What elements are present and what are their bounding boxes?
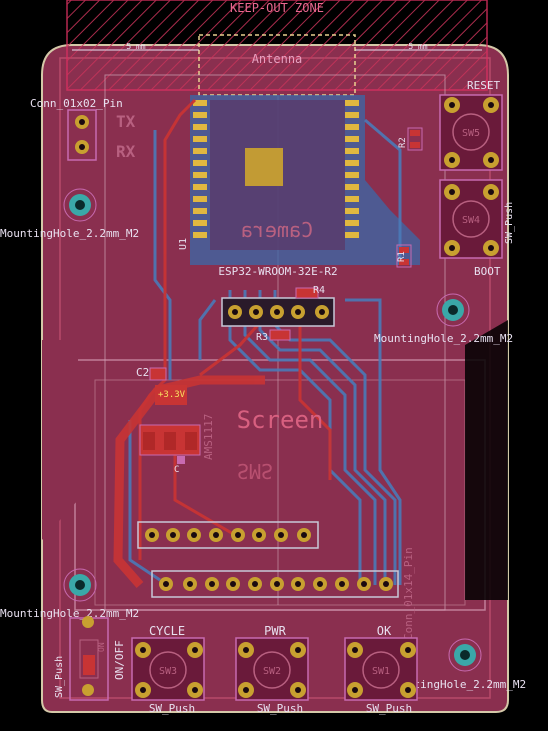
ams-label: AMS1117 bbox=[202, 414, 215, 460]
antenna-label: Antenna bbox=[252, 52, 303, 66]
sw4-label: SW4 bbox=[462, 215, 480, 226]
r4-label: R4 bbox=[313, 285, 325, 296]
dim-left-label: 5 mm bbox=[126, 42, 145, 51]
sw-push-left-label: SW_Push bbox=[54, 656, 65, 698]
keepout-label: KEEP-OUT ZONE bbox=[230, 1, 324, 15]
tx-label: TX bbox=[116, 112, 136, 131]
module-label: ESP32-WROOM-32E-R2 bbox=[218, 265, 337, 278]
camera-connector[interactable] bbox=[221, 297, 335, 327]
camera-label: Camera bbox=[241, 218, 313, 242]
sw5-label: SW5 bbox=[462, 128, 480, 139]
v33-label: +3.3V bbox=[158, 390, 186, 400]
sms-label: SMS bbox=[237, 459, 273, 483]
rx-label: RX bbox=[116, 142, 136, 161]
pcb-layout-view: KEEP-OUT ZONE Antenna 5 mm 5 mm Camera E… bbox=[0, 0, 548, 731]
sw-push-bottom-3: SW_Push bbox=[366, 702, 412, 715]
r1-label: R1 bbox=[397, 251, 407, 262]
sw-push-bottom-2: SW_Push bbox=[257, 702, 303, 715]
sw3-label: SW3 bbox=[159, 666, 177, 677]
mh-label-1: MountingHole_2.2mm_M2 bbox=[0, 227, 139, 240]
u1-label: U1 bbox=[178, 238, 189, 250]
sw1-label: SW1 bbox=[372, 666, 390, 677]
sw-push-side-label: SW_Push bbox=[504, 202, 515, 244]
sw2-label: SW2 bbox=[263, 666, 281, 677]
reset-label: RESET bbox=[467, 79, 500, 92]
keepout-zone: KEEP-OUT ZONE Antenna 5 mm 5 mm bbox=[66, 0, 488, 96]
r3-label: R3 bbox=[256, 332, 268, 343]
on-label: ON bbox=[97, 642, 106, 652]
conn-header-label: Conn_01x02_Pin bbox=[30, 97, 123, 110]
pwr-label: PWR bbox=[264, 624, 286, 638]
pcb-canvas: KEEP-OUT ZONE Antenna 5 mm 5 mm Camera E… bbox=[0, 0, 526, 715]
c2-label: C2 bbox=[136, 366, 149, 379]
cycle-label: CYCLE bbox=[149, 624, 185, 638]
ok-label: OK bbox=[377, 624, 392, 638]
capacitor-c2[interactable]: C2 bbox=[136, 366, 167, 381]
sw-push-bottom-1: SW_Push bbox=[149, 702, 195, 715]
conn-1x14-label: Conn_01x14_Pin bbox=[402, 547, 415, 640]
r2-label: R2 bbox=[398, 137, 408, 148]
dim-right-label: 5 mm bbox=[408, 42, 427, 51]
mh-label-2: MountingHole_2.2mm_M2 bbox=[374, 332, 513, 345]
c-small-label: C bbox=[174, 465, 179, 475]
screen-label: Screen bbox=[237, 406, 324, 434]
on-off-label: ON/OFF bbox=[113, 640, 126, 680]
boot-label: BOOT bbox=[474, 265, 501, 278]
